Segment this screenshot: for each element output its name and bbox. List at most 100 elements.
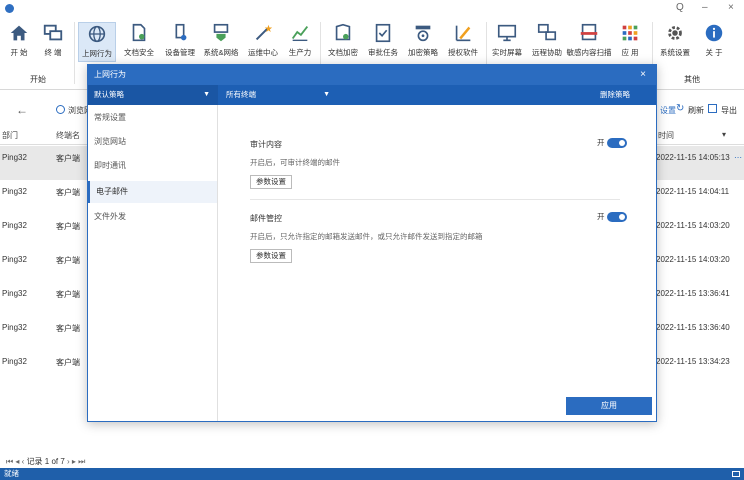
- ribbon-device-button[interactable]: 设备管理: [161, 22, 199, 62]
- policy-select-value: 默认策略: [94, 90, 124, 99]
- pager-first-prev-icons[interactable]: ⏮ ◂ ‹: [6, 457, 27, 466]
- export-button[interactable]: 导出: [721, 105, 737, 116]
- dialog-content: 审计内容 开 开启后，可审计终端的邮件 参数设置 邮件管控 开 开启后，只允许指…: [219, 105, 656, 421]
- audit-param-button[interactable]: 参数设置: [250, 175, 292, 189]
- ribbon-about-button[interactable]: 关 于: [698, 22, 730, 62]
- app-logo-icon: [5, 4, 14, 13]
- ribbon-label: 文档安全: [124, 48, 154, 57]
- column-header-dept[interactable]: 部门: [2, 130, 18, 144]
- ribbon-label: 终 端: [44, 48, 62, 57]
- cell-dept: Ping32: [2, 289, 27, 298]
- ribbon-settings-button[interactable]: 系统设置: [656, 22, 694, 62]
- cell-terminal: 客户端: [56, 324, 80, 333]
- search-icon[interactable]: Q: [676, 2, 684, 13]
- globe-icon: [88, 25, 106, 43]
- document-shield-icon: [132, 23, 146, 42]
- setting-desc-mail-control: 开启后，只允许指定的邮箱发送邮件，或只允许邮件发送到指定的邮箱: [250, 232, 483, 241]
- cell-terminal: 客户端: [56, 154, 80, 163]
- ribbon-start-button[interactable]: 开 始: [4, 22, 34, 62]
- ribbon-label: 实时屏幕: [492, 48, 522, 57]
- ribbon-sensitive-scan-button[interactable]: 敏感内容扫描: [566, 22, 612, 62]
- mail-control-toggle[interactable]: 开: [597, 211, 627, 223]
- delete-policy-button[interactable]: 删除策略: [600, 85, 630, 105]
- ribbon-live-screen-button[interactable]: 实时屏幕: [488, 22, 526, 62]
- ribbon-label: 文档加密: [328, 48, 358, 57]
- cell-time: 2022-11-15 13:34:23: [656, 357, 730, 366]
- refresh-icon: ↻: [676, 103, 685, 114]
- cell-dept: Ping32: [2, 357, 27, 366]
- policy-select[interactable]: 默认策略 ▼: [88, 85, 218, 105]
- ribbon-system-network-button[interactable]: 系统&网络: [201, 22, 241, 62]
- toggle-switch[interactable]: [606, 138, 627, 149]
- device-icon: [175, 23, 187, 41]
- cell-dept: Ping32: [2, 153, 27, 162]
- cell-time: 2022-11-15 13:36:41: [656, 289, 730, 298]
- apply-button[interactable]: 应用: [566, 397, 652, 415]
- pager: ⏮ ◂ ‹ 记录 1 of 7 › ▸ ⏭: [6, 456, 85, 467]
- ribbon-licensed-software-button[interactable]: 授权软件: [444, 22, 482, 62]
- setting-title-audit: 审计内容: [250, 140, 282, 149]
- lock-policy-icon: [415, 25, 431, 42]
- terminal-icon: [43, 24, 63, 41]
- cell-dept: Ping32: [2, 255, 27, 264]
- close-window-button[interactable]: ×: [728, 2, 734, 13]
- info-icon: [705, 24, 723, 42]
- mail-control-param-button[interactable]: 参数设置: [250, 249, 292, 263]
- pager-record-text: 记录 1 of 7: [26, 457, 65, 466]
- cell-dept: Ping32: [2, 323, 27, 332]
- nav-item-file-outgoing[interactable]: 文件外发: [88, 206, 217, 228]
- ribbon-apps-button[interactable]: 应 用: [614, 22, 646, 62]
- encrypt-doc-icon: [335, 23, 351, 41]
- ribbon-remote-assist-button[interactable]: 远程协助: [528, 22, 566, 62]
- dialog-header: 上网行为 ×: [88, 65, 656, 85]
- toggle-label: 开: [597, 138, 605, 147]
- ribbon-label: 运维中心: [248, 48, 278, 57]
- ribbon-doc-encrypt-button[interactable]: 文档加密: [324, 22, 362, 62]
- cell-terminal: 客户端: [56, 188, 80, 197]
- toggle-label: 开: [597, 212, 605, 221]
- ribbon-label: 加密策略: [408, 48, 438, 57]
- refresh-button[interactable]: 刷新: [688, 105, 704, 116]
- cell-terminal: 客户端: [56, 222, 80, 231]
- nav-item-im[interactable]: 即时通讯: [88, 155, 217, 177]
- dialog-close-icon[interactable]: ×: [640, 65, 646, 85]
- status-bar: 就绪: [0, 468, 744, 480]
- ribbon-productivity-button[interactable]: 生产力: [284, 22, 316, 62]
- chevron-down-icon: ▼: [323, 91, 330, 98]
- ribbon-approval-button[interactable]: 审批任务: [364, 22, 402, 62]
- ribbon-doc-security-button[interactable]: 文档安全: [120, 22, 158, 62]
- minimize-button[interactable]: –: [702, 2, 708, 13]
- monitor-icon: [497, 24, 517, 42]
- ribbon-ops-center-button[interactable]: 运维中心: [244, 22, 282, 62]
- ribbon-label: 敏感内容扫描: [566, 48, 612, 57]
- terminal-select[interactable]: 所有终端 ▼: [220, 85, 338, 105]
- nav-item-general[interactable]: 常规设置: [88, 107, 217, 129]
- remote-icon: [537, 23, 557, 41]
- cell-terminal: 客户端: [56, 256, 80, 265]
- column-header-terminal[interactable]: 终端名: [56, 130, 80, 144]
- home-icon: [10, 25, 28, 41]
- ribbon-label: 上网行为: [82, 49, 112, 58]
- terminal-select-value: 所有终端: [226, 90, 256, 99]
- ribbon-label: 系统&网络: [203, 48, 239, 57]
- cell-time: 2022-11-15 14:05:13: [656, 153, 730, 162]
- cell-dept: Ping32: [2, 187, 27, 196]
- nav-item-email[interactable]: 电子邮件: [88, 181, 217, 203]
- ribbon-label: 关 于: [705, 48, 723, 57]
- cell-time: 2022-11-15 14:04:11: [656, 187, 730, 196]
- column-header-time[interactable]: 时间: [658, 130, 674, 144]
- nav-item-browse[interactable]: 浏览网站: [88, 131, 217, 153]
- audit-toggle[interactable]: 开: [597, 137, 627, 149]
- row-more-icon[interactable]: ⋯: [734, 153, 742, 162]
- ribbon-web-behavior-button[interactable]: 上网行为: [78, 22, 116, 62]
- chart-icon: [291, 26, 309, 42]
- toggle-switch[interactable]: [606, 212, 627, 223]
- settings-link[interactable]: 设置: [660, 105, 676, 116]
- ribbon-terminal-button[interactable]: 终 端: [38, 22, 68, 62]
- column-filter-chevron-icon[interactable]: ▾: [722, 130, 726, 144]
- ribbon-encrypt-policy-button[interactable]: 加密策略: [404, 22, 442, 62]
- setting-desc-audit: 开启后，可审计终端的邮件: [250, 158, 340, 167]
- ribbon-label: 设备管理: [165, 48, 195, 57]
- back-button[interactable]: ←: [16, 103, 28, 117]
- pager-next-last-icons[interactable]: › ▸ ⏭: [67, 457, 85, 466]
